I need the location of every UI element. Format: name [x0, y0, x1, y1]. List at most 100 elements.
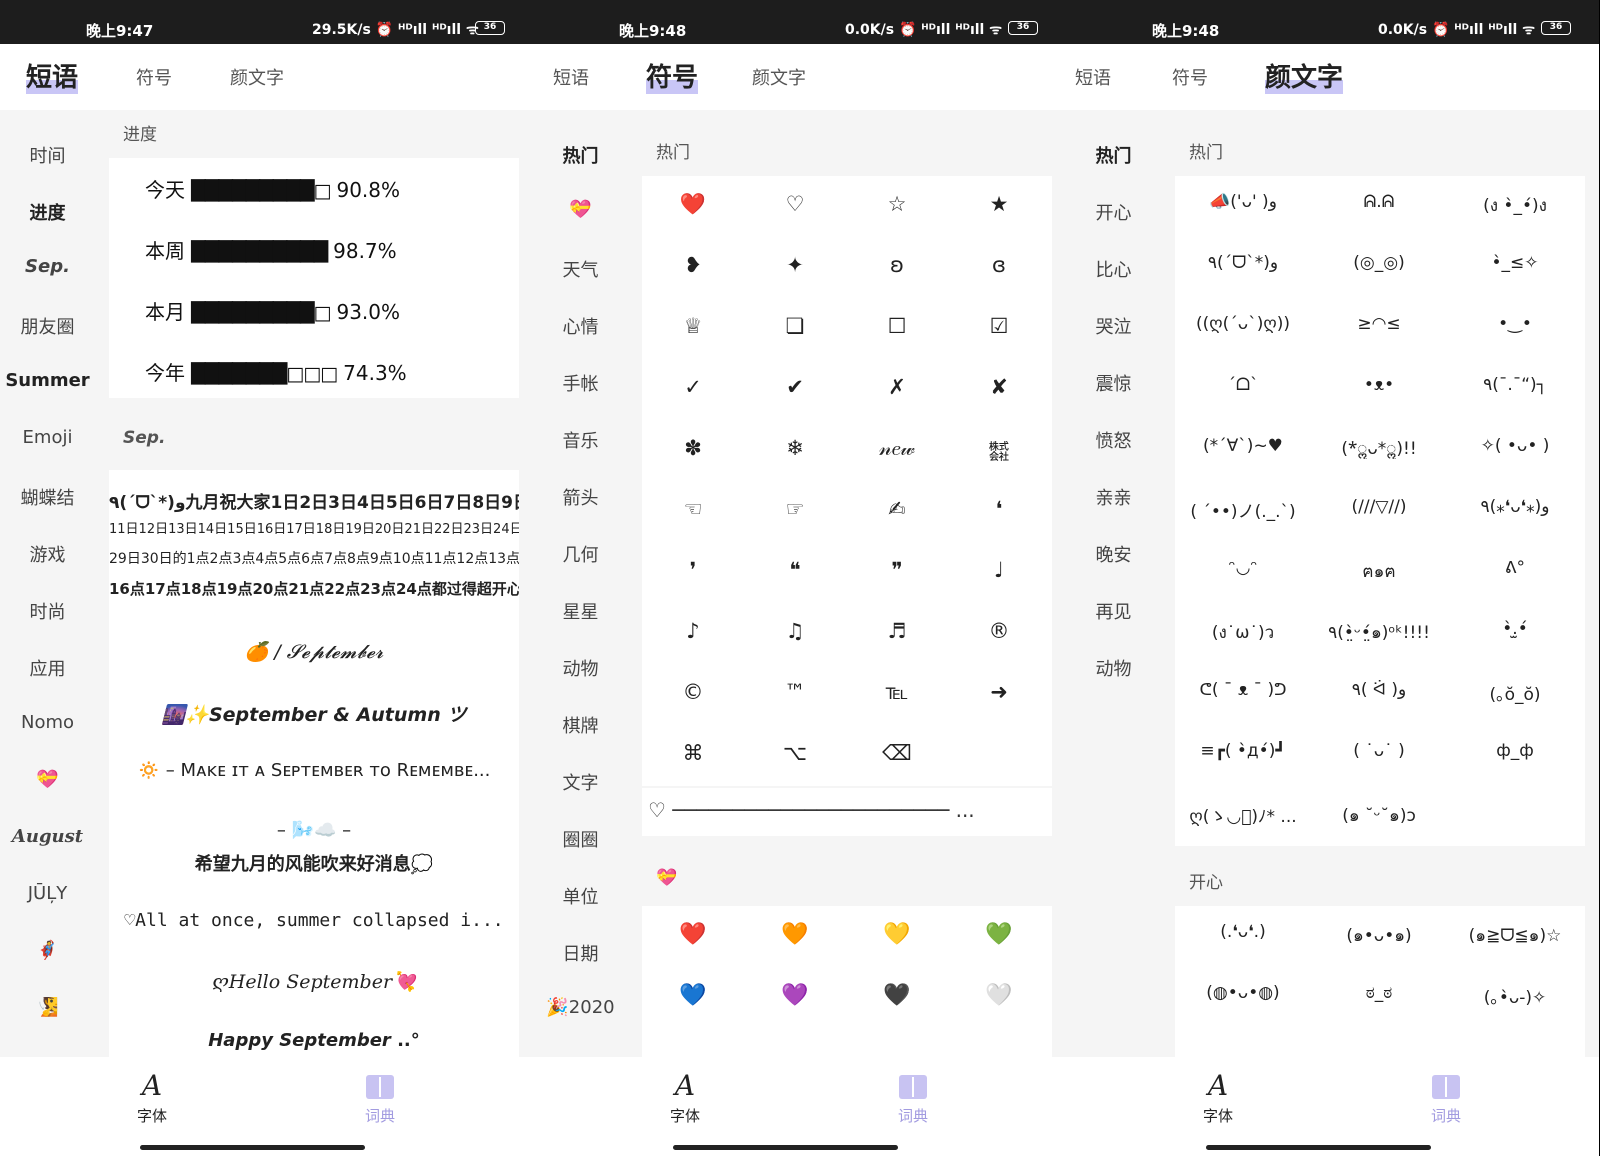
- kaomoji-cell[interactable]: ٩(•̤̀ᵕ•̤́๑)ᵒᵏ!!!!: [1311, 619, 1447, 646]
- kaomoji-cell[interactable]: ˊᗝˋ: [1175, 375, 1311, 395]
- symbol-cell[interactable]: ✓: [642, 375, 744, 399]
- symbol-cell[interactable]: ㍿: [948, 436, 1050, 466]
- symbol-cell[interactable]: 🧡: [744, 922, 846, 947]
- tab-symbols[interactable]: 符号: [136, 64, 172, 90]
- sidebar-item-circles[interactable]: 圈圈: [533, 826, 628, 852]
- kaomoji-cell[interactable]: ฅ๑ฅ: [1311, 558, 1447, 585]
- sidebar-item-progress[interactable]: 进度: [0, 199, 95, 225]
- tab-kaomoji[interactable]: 颜文字: [230, 64, 284, 90]
- sidebar-item-emoji[interactable]: Emoji: [0, 427, 95, 448]
- sidebar-item-bow[interactable]: 蝴蝶结: [0, 484, 95, 510]
- symbol-cell[interactable]: ❤️: [642, 192, 744, 217]
- kaomoji-cell[interactable]: ф_ф: [1447, 741, 1583, 761]
- sidebar-item-date[interactable]: 日期: [533, 940, 628, 966]
- sidebar-item-2020[interactable]: 🎉2020: [533, 997, 628, 1018]
- sidebar-item-weather[interactable]: 天气: [533, 256, 628, 282]
- sidebar-item-july[interactable]: JŪĻY: [0, 883, 95, 904]
- phrase-text[interactable]: 11日12日13日14日15日16日17日18日19日20日21日22日23日2…: [109, 518, 519, 537]
- symbol-cell[interactable]: ✗: [846, 375, 948, 399]
- kaomoji-cell[interactable]: ٩( ᐛ )و: [1311, 680, 1447, 700]
- symbol-cell[interactable]: ✘: [948, 375, 1050, 399]
- sidebar-item-shocked[interactable]: 震惊: [1066, 370, 1161, 396]
- symbol-cell[interactable]: ✦: [744, 253, 846, 277]
- symbol-cell[interactable]: ★: [948, 192, 1050, 216]
- kaomoji-cell[interactable]: ᕕ°: [1447, 558, 1583, 578]
- symbol-cell[interactable]: ❞: [846, 558, 948, 582]
- symbol-cell[interactable]: ❥: [642, 253, 744, 277]
- symbol-cell[interactable]: ❤️: [642, 922, 744, 947]
- kaomoji-cell[interactable]: (///▽//): [1311, 497, 1447, 517]
- symbol-cell[interactable]: ♕: [642, 314, 744, 338]
- home-indicator[interactable]: [140, 1145, 365, 1150]
- sidebar-item-superhero[interactable]: 🦸: [0, 940, 95, 961]
- symbol-cell[interactable]: ✽: [642, 436, 744, 460]
- symbol-cell[interactable]: ❄: [744, 436, 846, 460]
- sidebar-item-time[interactable]: 时间: [0, 142, 95, 168]
- nav-dictionary[interactable]: 词典: [1406, 1069, 1486, 1126]
- kaomoji-cell[interactable]: ( ´••)ノ(._.`): [1175, 497, 1311, 522]
- tab-symbols[interactable]: 符号: [646, 57, 698, 94]
- sidebar-item-hot[interactable]: 热门: [1066, 142, 1161, 168]
- sidebar-item-fashion[interactable]: 时尚: [0, 598, 95, 624]
- sidebar-item-journal[interactable]: 手帐: [533, 370, 628, 396]
- symbol-cell[interactable]: ❏: [744, 314, 846, 338]
- progress-row-week[interactable]: 本周██████████98.7%: [145, 235, 397, 264]
- kaomoji-cell[interactable]: •ᴥ•: [1311, 375, 1447, 395]
- symbol-cell[interactable]: ❜: [642, 558, 744, 582]
- kaomoji-cell[interactable]: ಠ_ಠ: [1311, 983, 1447, 1003]
- sidebar-item-chess-cards[interactable]: 棋牌: [533, 712, 628, 738]
- symbol-cell[interactable]: ♡: [744, 192, 846, 216]
- symbol-cell[interactable]: ⌘: [642, 741, 744, 765]
- phrase-text[interactable]: 16点17点18点19点20点21点22点23点24点都过得超开心！: [109, 578, 519, 599]
- sidebar-item-mood[interactable]: 心情: [533, 313, 628, 339]
- symbol-cell[interactable]: ♫: [744, 619, 846, 643]
- kaomoji-cell[interactable]: ≡┏( •̀д•́)┛: [1175, 741, 1311, 761]
- kaomoji-cell[interactable]: ٩(¯.¯“)┐: [1447, 375, 1583, 395]
- symbol-cell[interactable]: ✍: [846, 497, 948, 521]
- home-indicator[interactable]: [673, 1145, 898, 1150]
- sidebar-item-goodbye[interactable]: 再见: [1066, 598, 1161, 624]
- symbol-cell[interactable]: ♩: [948, 558, 1050, 582]
- progress-row-month[interactable]: 本月█████████□93.0%: [145, 296, 400, 325]
- symbol-cell[interactable]: ➜: [948, 680, 1050, 704]
- symbol-cell[interactable]: ☜: [642, 497, 744, 521]
- kaomoji-cell[interactable]: ((ღ(ˊᴗˋ)ღ)): [1175, 314, 1311, 334]
- symbol-cell[interactable]: 🤍: [948, 983, 1050, 1008]
- symbol-cell[interactable]: 🖤: [846, 983, 948, 1008]
- kaomoji-cell[interactable]: ( ˙ᴗ˙ ): [1311, 741, 1447, 761]
- sidebar-item-games[interactable]: 游戏: [0, 541, 95, 567]
- kaomoji-cell[interactable]: ≥◠≤: [1311, 314, 1447, 334]
- symbol-cell[interactable]: ®: [948, 619, 1050, 643]
- phrase-text[interactable]: 𝙃𝙖𝙥𝙥𝙮 𝙎𝙚𝙥𝙩𝙚𝙢𝙗𝙚𝙧 ..°: [109, 1030, 519, 1051]
- sidebar-item-happy[interactable]: 开心: [1066, 199, 1161, 225]
- kaomoji-cell[interactable]: •̀.̫•́: [1447, 619, 1583, 639]
- sidebar-item-heart-hands[interactable]: 比心: [1066, 256, 1161, 282]
- kaomoji-cell[interactable]: (.❛ᴗ❛.): [1175, 922, 1311, 942]
- home-indicator[interactable]: [1206, 1145, 1431, 1150]
- symbol-cell[interactable]: ☞: [744, 497, 846, 521]
- phrase-text[interactable]: ♡𝙰𝚕𝚕 𝚊𝚝 𝚘𝚗𝚌𝚎, 𝚜𝚞𝚖𝚖𝚎𝚛 𝚌𝚘𝚕𝚕𝚊𝚙𝚜𝚎𝚍 𝚒...: [109, 910, 519, 931]
- kaomoji-cell[interactable]: (๑≧ᗜ≦๑)☆: [1447, 922, 1583, 949]
- kaomoji-cell[interactable]: 📣('ᴗ' )و: [1175, 192, 1311, 212]
- nav-font[interactable]: A字体: [645, 1069, 725, 1126]
- kaomoji-cell[interactable]: (๑ ˘ᵕ˘๑)ɔ: [1311, 802, 1447, 829]
- symbol-cell[interactable]: ❝: [744, 558, 846, 582]
- kaomoji-cell[interactable]: ღ(ゝ◡ﾟ)ﾉ* ...: [1175, 802, 1311, 827]
- sidebar-item-apps[interactable]: 应用: [0, 655, 95, 681]
- kaomoji-cell[interactable]: ٩(⁎❛ᴗ❛⁎)و: [1447, 497, 1583, 517]
- sidebar-item-animals[interactable]: 动物: [533, 655, 628, 681]
- sidebar-item-heart[interactable]: 💝: [533, 199, 628, 220]
- symbol-cell[interactable]: ♬: [846, 619, 948, 643]
- sidebar-item-hot[interactable]: 热门: [533, 142, 628, 168]
- nav-font[interactable]: A字体: [1178, 1069, 1258, 1126]
- symbol-cell[interactable]: ☆: [846, 192, 948, 216]
- sidebar-item-stars[interactable]: 星星: [533, 598, 628, 624]
- kaomoji-cell[interactable]: ✧( •ᴗ• ): [1447, 436, 1583, 456]
- sidebar-item-arrows[interactable]: 箭头: [533, 484, 628, 510]
- sidebar-item-person[interactable]: 🧏: [0, 997, 95, 1018]
- nav-font[interactable]: A字体: [112, 1069, 192, 1126]
- tab-phrases[interactable]: 短语: [553, 64, 589, 90]
- sidebar-item-heart[interactable]: 💝: [0, 769, 95, 790]
- sidebar-item-music[interactable]: 音乐: [533, 427, 628, 453]
- phrase-text[interactable]: ٩(ˊᗜˋ*)و九月祝大家1日2日3日4日5日6日7日8日9日10日: [109, 488, 519, 513]
